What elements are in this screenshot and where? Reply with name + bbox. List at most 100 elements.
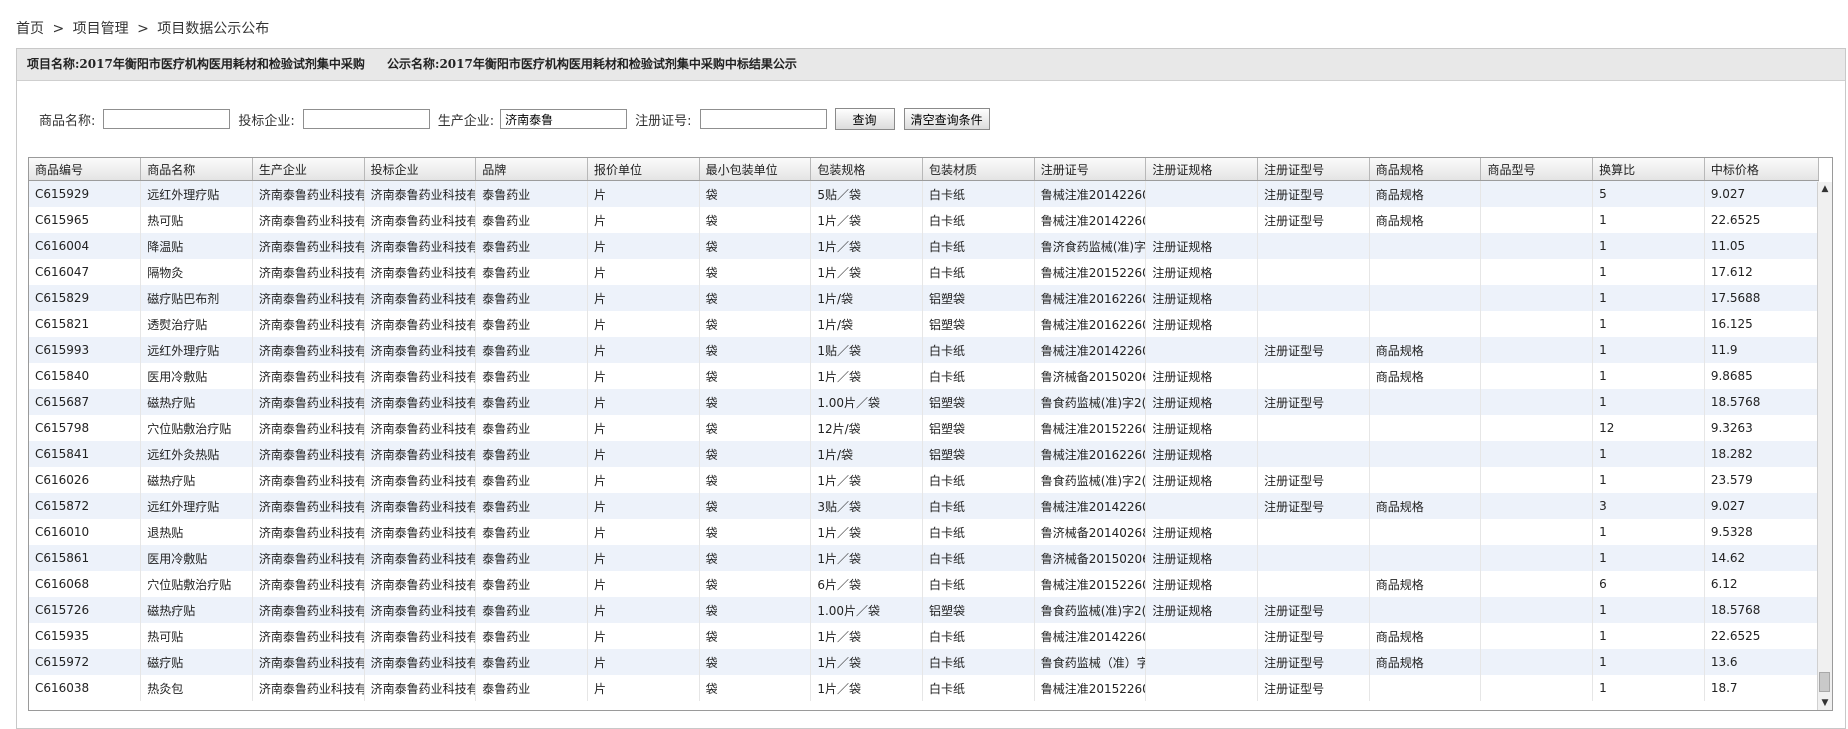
table-row[interactable]: C615929 远红外理疗贴 济南泰鲁药业科技有 济南泰鲁药业科技有 泰鲁药业片袋 5贴／… — [29, 180, 1820, 207]
column-header[interactable]: 换算比 — [1592, 158, 1705, 181]
bid-company-input[interactable] — [302, 109, 430, 129]
table-cell: 6.12 — [1704, 571, 1820, 597]
table-cell: 济南泰鲁药业科技有 — [252, 207, 365, 233]
table-row[interactable]: C615841 远红外灸热贴 济南泰鲁药业科技有 济南泰鲁药业科技有 泰鲁药业片袋 1片/… — [29, 441, 1820, 467]
table-cell — [1480, 207, 1594, 233]
breadcrumb-project-mgmt[interactable]: 项目管理 — [73, 21, 129, 37]
table-row[interactable]: C615965 热可贴 济南泰鲁药业科技有 济南泰鲁药业科技有 泰鲁药业片袋 1片／袋 白卡… — [29, 207, 1820, 233]
table-cell: 片 — [587, 519, 700, 545]
table-cell: 磁疗贴巴布剂 — [140, 285, 253, 311]
table-cell: 鲁械注准20162260 — [1034, 441, 1147, 467]
table-row[interactable]: C616068 穴位贴敷治疗贴 济南泰鲁药业科技有 济南泰鲁药业科技有 泰鲁药业片袋 6片… — [29, 571, 1820, 597]
reg-no-input[interactable] — [699, 109, 827, 129]
table-cell: 磁热疗贴 — [140, 389, 253, 415]
table-row[interactable]: C615840 医用冷敷贴 济南泰鲁药业科技有 济南泰鲁药业科技有 泰鲁药业片袋 1片／袋… — [29, 363, 1820, 389]
column-header[interactable]: 商品型号 — [1480, 158, 1594, 181]
scroll-up-icon[interactable]: ▲ — [1818, 182, 1832, 196]
table-cell: 远红外理疗贴 — [140, 493, 253, 519]
breadcrumb-sep: > — [52, 21, 65, 37]
table-cell: 穴位贴敷治疗贴 — [140, 415, 253, 441]
table-cell: 鲁食药监械(准)字2( — [1034, 389, 1147, 415]
table-cell: 铝塑袋 — [922, 389, 1035, 415]
clear-query-button[interactable]: 清空查询条件 — [903, 108, 990, 130]
column-header[interactable]: 报价单位 — [587, 158, 700, 181]
table-cell: 济南泰鲁药业科技有 — [364, 441, 477, 467]
table-row[interactable]: C615872 远红外理疗贴 济南泰鲁药业科技有 济南泰鲁药业科技有 泰鲁药业片袋 3贴／… — [29, 493, 1820, 519]
table-cell: 泰鲁药业 — [475, 493, 588, 519]
column-header[interactable]: 注册证型号 — [1257, 158, 1370, 181]
table-row[interactable]: C615935 热可贴 济南泰鲁药业科技有 济南泰鲁药业科技有 泰鲁药业片袋 1片／袋 白卡… — [29, 623, 1820, 649]
table-cell: 鲁械注准20162260 — [1034, 311, 1147, 337]
table-cell: 济南泰鲁药业科技有 — [364, 259, 477, 285]
table-row[interactable]: C616038 热灸包 济南泰鲁药业科技有 济南泰鲁药业科技有 泰鲁药业片袋 1片／袋 白卡… — [29, 675, 1820, 701]
maker-input[interactable] — [500, 109, 628, 129]
table-cell: 远红外灸热贴 — [140, 441, 253, 467]
table-cell: 袋 — [699, 311, 812, 337]
table-row[interactable]: C616026 磁热疗贴 济南泰鲁药业科技有 济南泰鲁药业科技有 泰鲁药业片袋 1片／袋白… — [29, 467, 1820, 493]
table-cell — [1369, 389, 1482, 415]
table-cell: 1 — [1592, 389, 1705, 415]
column-header[interactable]: 投标企业 — [364, 158, 477, 181]
table-cell: 1片／袋 — [810, 233, 923, 259]
table-cell: C615965 — [29, 207, 142, 233]
table-row[interactable]: C616047 隔物灸 济南泰鲁药业科技有 济南泰鲁药业科技有 泰鲁药业片袋 1片／袋 白卡… — [29, 259, 1820, 285]
table-cell: 济南泰鲁药业科技有 — [252, 337, 365, 363]
table-row[interactable]: C615829 磁疗贴巴布剂 济南泰鲁药业科技有 济南泰鲁药业科技有 泰鲁药业片袋 1片/… — [29, 285, 1820, 311]
breadcrumb-home[interactable]: 首页 — [16, 21, 44, 37]
query-button[interactable]: 查询 — [834, 108, 895, 130]
column-header[interactable]: 注册证规格 — [1145, 158, 1259, 181]
table-cell: C615829 — [29, 285, 142, 311]
scroll-down-icon[interactable]: ▼ — [1818, 696, 1832, 710]
column-header[interactable]: 包装规格 — [810, 158, 923, 181]
column-header[interactable]: 品牌 — [475, 158, 588, 181]
table-cell: 袋 — [699, 467, 812, 493]
table-row[interactable]: C616004 降温贴 济南泰鲁药业科技有 济南泰鲁药业科技有 泰鲁药业片袋 1片／袋 白卡… — [29, 233, 1820, 259]
results-table: 商品编号 商品名称 生产企业 投标企业 品牌 报价单位 最小包装单位 包装规格 包装材质 注册证号… — [29, 158, 1820, 701]
column-header[interactable]: 商品名称 — [140, 158, 253, 181]
table-cell: 鲁械注准20142260 — [1034, 623, 1147, 649]
column-header[interactable]: 中标价格 — [1704, 158, 1820, 181]
column-header[interactable]: 商品编号 — [29, 158, 142, 181]
table-cell: 磁热疗贴 — [140, 597, 253, 623]
table-row[interactable]: C616010 退热贴 济南泰鲁药业科技有 济南泰鲁药业科技有 泰鲁药业片袋 1片／袋 白卡… — [29, 519, 1820, 545]
table-cell — [1257, 415, 1370, 441]
table-row[interactable]: C615821 透熨治疗贴 济南泰鲁药业科技有 济南泰鲁药业科技有 泰鲁药业片袋 1片/袋… — [29, 311, 1820, 337]
table-row[interactable]: C615861 医用冷敷贴 济南泰鲁药业科技有 济南泰鲁药业科技有 泰鲁药业片袋 1片／袋… — [29, 545, 1820, 571]
table-row[interactable]: C615798 穴位贴敷治疗贴 济南泰鲁药业科技有 济南泰鲁药业科技有 泰鲁药业片袋 12… — [29, 415, 1820, 441]
column-header[interactable]: 商品规格 — [1369, 158, 1482, 181]
table-cell: 注册证型号 — [1257, 389, 1370, 415]
product-name-input[interactable] — [103, 109, 231, 129]
table-row[interactable]: C615687 磁热疗贴 济南泰鲁药业科技有 济南泰鲁药业科技有 泰鲁药业片袋 1.00片… — [29, 389, 1820, 415]
table-cell — [1369, 259, 1482, 285]
table-cell — [1257, 285, 1370, 311]
column-header[interactable]: 最小包装单位 — [699, 158, 812, 181]
table-row[interactable]: C615993 远红外理疗贴 济南泰鲁药业科技有 济南泰鲁药业科技有 泰鲁药业片袋 1贴／… — [29, 337, 1820, 363]
column-header[interactable]: 注册证号 — [1034, 158, 1147, 181]
table-cell: 济南泰鲁药业科技有 — [364, 233, 477, 259]
table-cell: 片 — [587, 285, 700, 311]
column-header[interactable]: 生产企业 — [252, 158, 365, 181]
table-cell: 9.8685 — [1704, 363, 1820, 389]
table-row[interactable]: C615726 磁热疗贴 济南泰鲁药业科技有 济南泰鲁药业科技有 泰鲁药业片袋 1.00片… — [29, 597, 1820, 623]
table-cell: 泰鲁药业 — [475, 207, 588, 233]
table-cell: 退热贴 — [140, 519, 253, 545]
table-cell: 白卡纸 — [922, 493, 1035, 519]
scroll-thumb[interactable] — [1819, 672, 1830, 692]
vertical-scrollbar[interactable]: ▲ ▼ — [1817, 182, 1832, 710]
table-cell: 1 — [1592, 441, 1705, 467]
table-cell: 泰鲁药业 — [475, 675, 588, 701]
column-header[interactable]: 包装材质 — [922, 158, 1035, 181]
table-cell: 片 — [587, 415, 700, 441]
table-cell — [1369, 311, 1482, 337]
table-cell: 注册证规格 — [1145, 597, 1259, 623]
table-cell: 鲁食药监械（准）字 — [1034, 649, 1147, 675]
table-row[interactable]: C615972 磁疗贴 济南泰鲁药业科技有 济南泰鲁药业科技有 泰鲁药业片袋 1片／袋 白卡… — [29, 649, 1820, 675]
table-cell: 泰鲁药业 — [475, 311, 588, 337]
table-cell: 注册证型号 — [1257, 467, 1370, 493]
table-cell: 鲁济食药监械(准)字 — [1034, 233, 1147, 259]
table-cell: 白卡纸 — [922, 623, 1035, 649]
table-cell: 磁疗贴 — [140, 649, 253, 675]
table-cell: 泰鲁药业 — [475, 467, 588, 493]
table-cell: 袋 — [699, 233, 812, 259]
table-cell: 泰鲁药业 — [475, 597, 588, 623]
